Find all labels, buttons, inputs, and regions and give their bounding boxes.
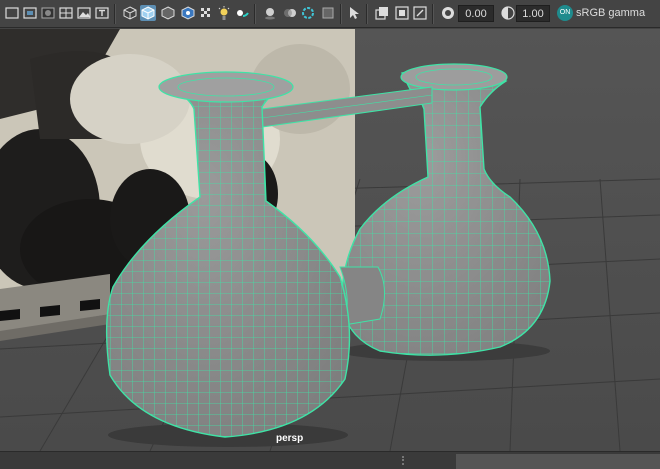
color-space-label[interactable]: sRGB gamma	[576, 5, 645, 22]
viewport-toolbar: 0.00 1.00 ON sRGB gamma	[0, 0, 660, 28]
depth-of-field-icon[interactable]	[320, 5, 336, 21]
xray-icon[interactable]	[122, 5, 138, 21]
checker-pattern-icon[interactable]	[198, 5, 214, 21]
default-material-icon[interactable]	[40, 5, 56, 21]
text-t-icon[interactable]	[94, 5, 110, 21]
checker-icon[interactable]	[180, 5, 196, 21]
isolate-select-icon[interactable]	[58, 5, 74, 21]
gamma-icon[interactable]	[500, 5, 516, 21]
camera-label: persp	[276, 433, 304, 444]
textured-icon[interactable]	[76, 5, 92, 21]
color-management-toggle[interactable]: ON	[557, 5, 573, 21]
smooth-shade-icon[interactable]	[22, 5, 38, 21]
3d-viewport[interactable]	[0, 29, 660, 451]
lights-icon[interactable]	[216, 5, 232, 21]
splitter-handle[interactable]	[402, 456, 408, 465]
shadows-icon[interactable]	[234, 5, 250, 21]
anti-alias-icon[interactable]	[300, 5, 316, 21]
adjacent-panel	[456, 454, 660, 469]
xray-joints-icon[interactable]	[160, 5, 176, 21]
panel-bottom-bar	[0, 451, 660, 469]
camera-gate-icon[interactable]	[374, 5, 390, 21]
safe-action-icon[interactable]	[412, 5, 428, 21]
ambient-occlusion-icon[interactable]	[262, 5, 278, 21]
gamma-field[interactable]: 1.00	[516, 5, 550, 22]
motion-blur-icon[interactable]	[282, 5, 298, 21]
exposure-field[interactable]: 0.00	[458, 5, 494, 22]
resolution-gate-icon[interactable]	[394, 5, 410, 21]
wireframe-shade-icon[interactable]	[4, 5, 20, 21]
select-cursor-icon[interactable]	[346, 5, 362, 21]
xray-active-icon[interactable]	[140, 5, 156, 21]
exposure-icon[interactable]	[440, 5, 456, 21]
